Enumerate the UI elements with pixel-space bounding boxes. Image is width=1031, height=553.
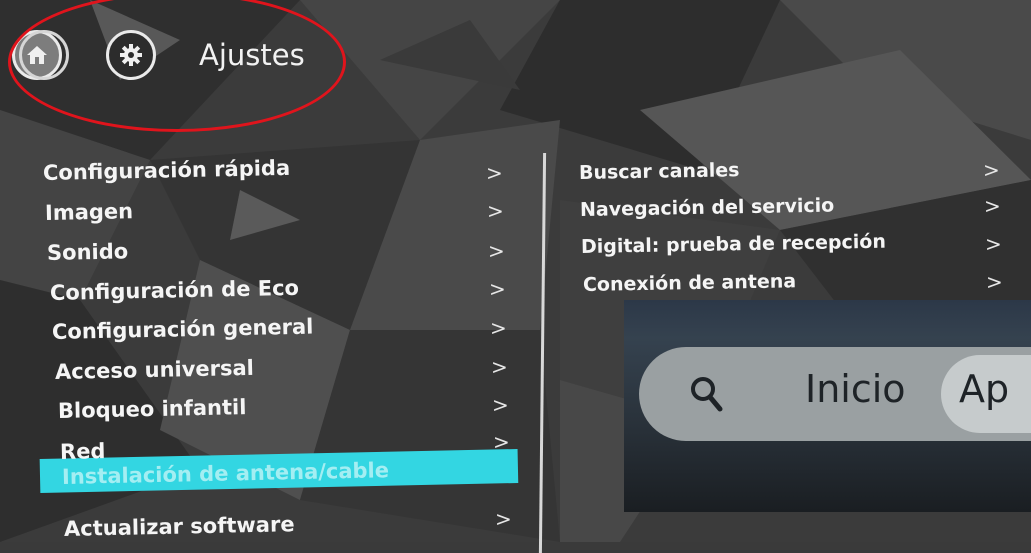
home-icon xyxy=(27,46,47,64)
chevron-right-icon: > xyxy=(493,430,510,454)
chevron-right-icon: > xyxy=(495,507,512,531)
chevron-right-icon: > xyxy=(486,161,503,185)
chevron-right-icon: > xyxy=(489,277,506,301)
submenu-item-label: Conexión de antena xyxy=(582,270,797,296)
chevron-right-icon: > xyxy=(986,270,1003,294)
chevron-right-icon: > xyxy=(488,239,505,263)
menu-item-label: Imagen xyxy=(44,199,134,225)
chevron-right-icon: > xyxy=(487,199,504,223)
submenu-item-channel-search[interactable]: Buscar canales xyxy=(579,159,740,184)
inset-screenshot: Inicio Ap xyxy=(624,300,1031,512)
chevron-right-icon: > xyxy=(491,355,508,379)
menu-item-network[interactable]: Red xyxy=(60,439,106,464)
menu-item-label: Configuración rápida xyxy=(42,155,291,185)
chevron-right-icon: > xyxy=(985,232,1002,256)
menu-item-general-settings[interactable]: Configuración general xyxy=(52,315,314,344)
nav-apps-chip[interactable]: Ap xyxy=(941,355,1031,433)
menu-item-label: Actualizar software xyxy=(63,512,295,541)
menu-item-label: Bloqueo infantil xyxy=(57,395,247,423)
chevron-right-icon: > xyxy=(984,194,1001,218)
submenu-item-label: Navegación del servicio xyxy=(579,194,835,221)
submenu-item-label: Buscar canales xyxy=(578,159,740,184)
menu-item-label: Acceso universal xyxy=(54,355,255,384)
top-nav-pill: Inicio Ap xyxy=(639,347,1031,441)
menu-item-label: Configuración general xyxy=(51,314,314,344)
nav-home-label[interactable]: Inicio xyxy=(805,367,906,411)
menu-item-label: Red xyxy=(59,439,106,464)
menu-item-sound[interactable]: Sonido xyxy=(47,239,129,265)
menu-item-label: Configuración de Eco xyxy=(49,275,300,305)
submenu-item-antenna-connection[interactable]: Conexión de antena xyxy=(583,270,796,296)
menu-item-quick-setup[interactable]: Configuración rápida xyxy=(43,156,291,185)
menu-item-picture[interactable]: Imagen xyxy=(45,199,134,225)
chevron-right-icon: > xyxy=(492,393,509,417)
nav-apps-label: Ap xyxy=(959,367,1010,411)
menu-item-universal-access[interactable]: Acceso universal xyxy=(55,356,254,384)
menu-item-label: Sonido xyxy=(46,239,129,265)
submenu-item-service-navigation[interactable]: Navegación del servicio xyxy=(580,195,835,221)
menu-item-software-update[interactable]: Actualizar software xyxy=(64,512,295,541)
chevron-right-icon: > xyxy=(983,158,1000,182)
menu-item-child-lock[interactable]: Bloqueo infantil xyxy=(58,395,247,423)
chevron-right-icon: > xyxy=(490,316,507,340)
menu-item-eco-settings[interactable]: Configuración de Eco xyxy=(50,276,299,305)
search-icon[interactable] xyxy=(687,371,727,417)
